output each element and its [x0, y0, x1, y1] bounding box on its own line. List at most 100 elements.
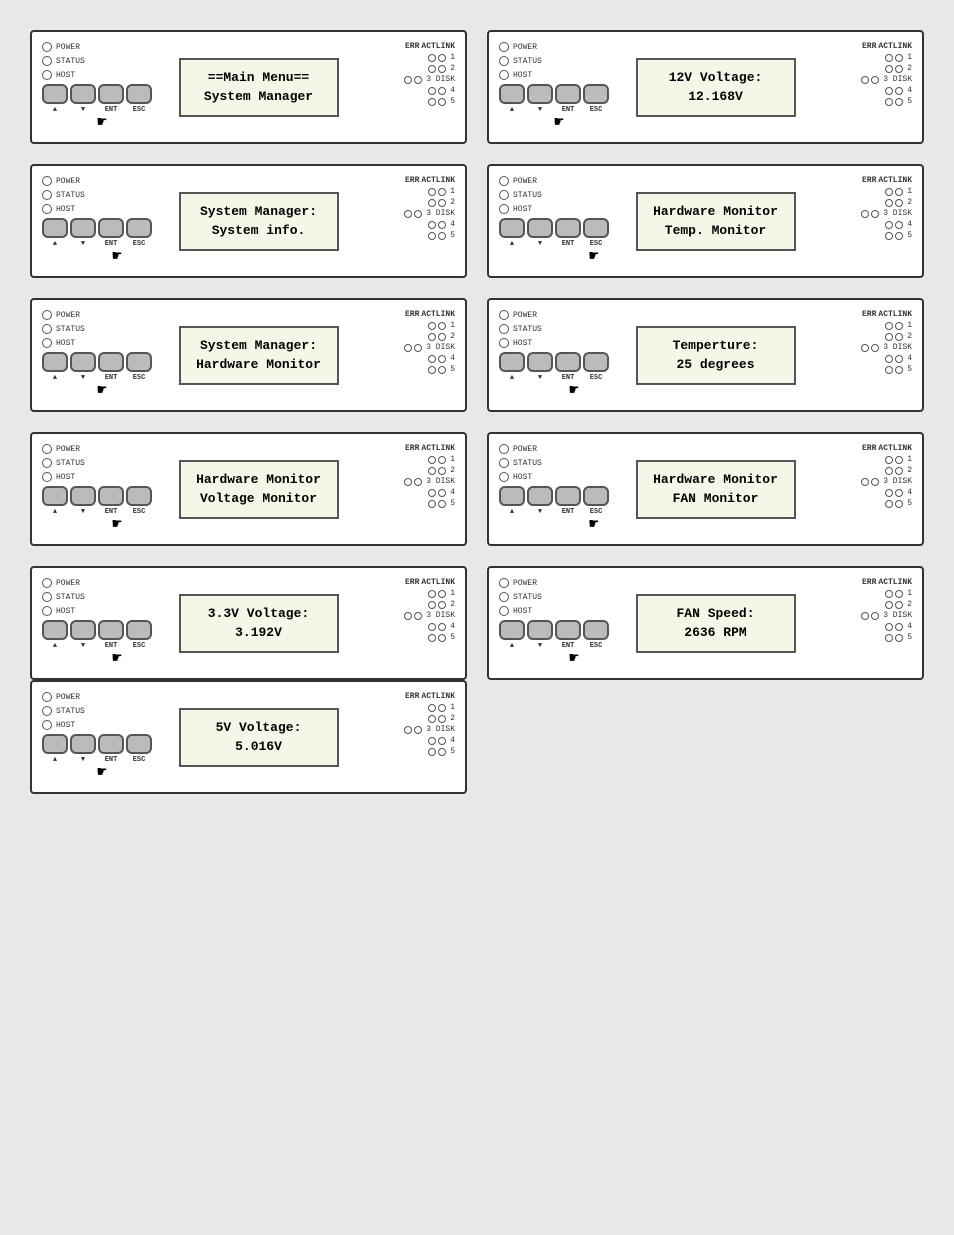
button-esc[interactable] — [583, 84, 609, 104]
disk-led-act — [895, 467, 903, 475]
disk-label: 4 — [907, 220, 912, 229]
button-ent[interactable] — [98, 620, 124, 640]
button-down[interactable] — [70, 734, 96, 754]
led-power — [42, 176, 52, 186]
button-down[interactable] — [527, 620, 553, 640]
disk-row-5: 5 — [428, 633, 455, 642]
button-ent[interactable] — [98, 352, 124, 372]
button-esc[interactable] — [583, 352, 609, 372]
button-up[interactable] — [499, 486, 525, 506]
button-down[interactable] — [70, 352, 96, 372]
disk-led-act — [438, 489, 446, 497]
button-ent[interactable] — [555, 486, 581, 506]
button-up[interactable] — [499, 218, 525, 238]
button-down[interactable] — [527, 486, 553, 506]
button-up[interactable] — [42, 218, 68, 238]
button-esc[interactable] — [126, 734, 152, 754]
button-ent[interactable] — [555, 218, 581, 238]
panel-fan-monitor: POWERSTATUSHOST▲▼ENTESC☛Hardware Monitor… — [487, 432, 924, 546]
disk-led-act — [871, 344, 879, 352]
disk-label: 2 — [450, 64, 455, 73]
disk-led-err — [885, 221, 893, 229]
button-down[interactable] — [527, 352, 553, 372]
button-esc[interactable] — [583, 218, 609, 238]
button-up[interactable] — [499, 352, 525, 372]
led-group: POWERSTATUSHOST — [499, 310, 589, 348]
button-down[interactable] — [70, 486, 96, 506]
button-ent[interactable] — [98, 486, 124, 506]
led-label-power: POWER — [513, 579, 537, 588]
disk-row-1: 1 — [428, 455, 455, 464]
disk-led-err — [428, 634, 436, 642]
button-ent[interactable] — [555, 620, 581, 640]
disk-label: 1 — [907, 187, 912, 196]
panel-grid: POWERSTATUSHOST▲▼ENTESC☛==Main Menu==Sys… — [30, 30, 924, 680]
button-ent[interactable] — [555, 84, 581, 104]
button-esc[interactable] — [126, 620, 152, 640]
button-ent[interactable] — [98, 84, 124, 104]
disk-led-act — [438, 188, 446, 196]
disk-label: 3 DISK — [883, 611, 912, 620]
disk-row-3-disk: 3 DISK — [861, 477, 912, 486]
disk-label: 3 DISK — [426, 477, 455, 486]
button-ent[interactable] — [98, 734, 124, 754]
panel-temperature: POWERSTATUSHOST▲▼ENTESC☛Temperture:25 de… — [487, 298, 924, 412]
button-ent[interactable] — [555, 352, 581, 372]
led-label-host: HOST — [56, 473, 75, 482]
disk-label: 5 — [907, 231, 912, 240]
hand-indicator: ☛ — [499, 380, 589, 400]
disk-led-act — [871, 76, 879, 84]
button-esc[interactable] — [583, 620, 609, 640]
disk-label: 4 — [450, 622, 455, 631]
disk-row-4: 4 — [885, 220, 912, 229]
button-esc[interactable] — [126, 486, 152, 506]
led-host — [42, 472, 52, 482]
disk-row-2: 2 — [885, 466, 912, 475]
disk-row-2: 2 — [885, 332, 912, 341]
button-down[interactable] — [70, 218, 96, 238]
disk-led-err — [885, 54, 893, 62]
disk-row-3-disk: 3 DISK — [404, 75, 455, 84]
button-up[interactable] — [499, 620, 525, 640]
hand-indicator: ☛ — [42, 648, 132, 668]
button-up[interactable] — [499, 84, 525, 104]
button-up[interactable] — [42, 620, 68, 640]
button-up[interactable] — [42, 352, 68, 372]
disk-indicator-panel: ERRACTLINK123 DISK45 — [385, 310, 455, 400]
button-esc[interactable] — [126, 84, 152, 104]
led-row-status: STATUS — [499, 458, 589, 468]
disk-row-5: 5 — [428, 231, 455, 240]
disk-led-act — [895, 366, 903, 374]
disk-label: 3 DISK — [426, 343, 455, 352]
button-down[interactable] — [70, 620, 96, 640]
disk-row-4: 4 — [885, 354, 912, 363]
button-esc[interactable] — [126, 218, 152, 238]
display-line1: System Manager: — [193, 202, 325, 222]
disk-label: 3 DISK — [883, 209, 912, 218]
led-row-host: HOST — [42, 606, 132, 616]
button-esc[interactable] — [583, 486, 609, 506]
button-up[interactable] — [42, 486, 68, 506]
lcd-display: ==Main Menu==System Manager — [179, 58, 339, 117]
disk-led-err — [428, 355, 436, 363]
disk-led-err — [404, 726, 412, 734]
button-down[interactable] — [527, 84, 553, 104]
button-ent[interactable] — [98, 218, 124, 238]
disk-led-err — [885, 199, 893, 207]
button-down[interactable] — [70, 84, 96, 104]
disk-row-5: 5 — [428, 499, 455, 508]
disk-row-1: 1 — [885, 187, 912, 196]
led-row-power: POWER — [499, 444, 589, 454]
led-status — [42, 56, 52, 66]
button-down[interactable] — [527, 218, 553, 238]
button-up[interactable] — [42, 84, 68, 104]
disk-led-act — [414, 612, 422, 620]
button-esc[interactable] — [126, 352, 152, 372]
led-row-power: POWER — [499, 310, 589, 320]
disk-label: 5 — [907, 633, 912, 642]
led-status — [42, 706, 52, 716]
led-label-host: HOST — [56, 339, 75, 348]
led-row-host: HOST — [42, 338, 132, 348]
button-up[interactable] — [42, 734, 68, 754]
disk-row-2: 2 — [885, 198, 912, 207]
